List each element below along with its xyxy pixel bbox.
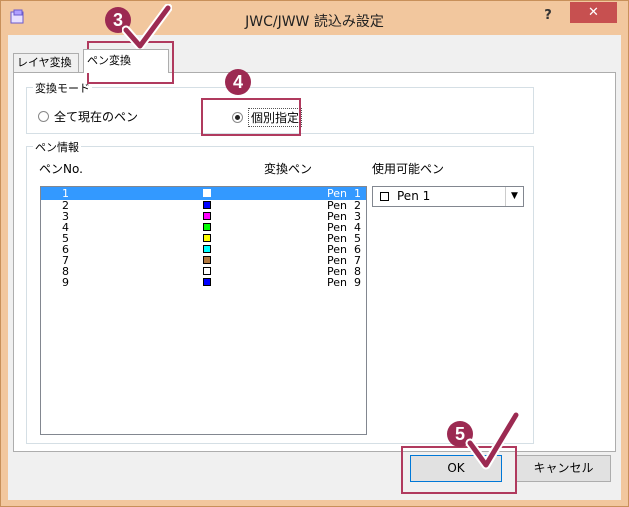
list-item[interactable]: 5 Pen 5 xyxy=(41,233,366,244)
header-pen-no: ペンNo. xyxy=(39,162,83,176)
pen-info-legend: ペン情報 xyxy=(33,139,81,155)
pen-color-swatch xyxy=(203,223,211,231)
help-button[interactable]: ? xyxy=(536,5,560,27)
available-pen-dropdown[interactable]: Pen 1 ▼ xyxy=(372,186,524,207)
list-item[interactable]: 9 Pen 9 xyxy=(41,277,366,288)
list-item[interactable]: 4 Pen 4 xyxy=(41,222,366,233)
header-available-pen: 使用可能ペン xyxy=(372,162,445,176)
tab-pen-convert[interactable]: ペン変換 xyxy=(83,49,169,73)
tab-panel: 変換モード 全て現在のペン 個別指定 ペン情報 ペンNo. 変換ペン 使用可能ペ… xyxy=(13,72,616,452)
pen-color-swatch xyxy=(203,245,211,253)
radio-all-current-pen-label: 全て現在のペン xyxy=(54,110,139,124)
list-item[interactable]: 2 Pen 2 xyxy=(41,200,366,211)
pen-color-swatch xyxy=(203,212,211,220)
pen-color-swatch xyxy=(380,192,389,201)
radio-all-current-pen[interactable]: 全て現在のペン xyxy=(38,108,138,125)
pen-color-swatch xyxy=(203,267,211,275)
convert-pen-value: Pen 9 xyxy=(327,276,361,289)
close-button[interactable]: ✕ xyxy=(570,2,617,23)
pen-color-swatch xyxy=(203,256,211,264)
list-item[interactable]: 8 Pen 8 xyxy=(41,266,366,277)
pen-color-swatch xyxy=(203,278,211,286)
dialog-body: レイヤ変換 ペン変換 変換モード 全て現在のペン 個別指定 ペン情報 ペンNo.… xyxy=(8,35,621,500)
header-convert-pen: 変換ペン xyxy=(264,162,313,176)
pen-list[interactable]: 1 Pen 1 2 Pen 2 3 Pen 3 4 Pen 4 5 Pen 5 6 Pen 6 7 Pen… xyxy=(40,186,367,435)
convert-mode-legend: 変換モード xyxy=(33,80,92,96)
chevron-down-icon[interactable]: ▼ xyxy=(505,187,523,206)
list-item[interactable]: 1 Pen 1 xyxy=(41,187,366,200)
radio-button-icon xyxy=(38,111,49,122)
checkmark-icon xyxy=(465,410,521,470)
pen-color-swatch xyxy=(203,189,211,197)
list-item[interactable]: 6 Pen 6 xyxy=(41,244,366,255)
title-bar[interactable]: JWC/JWW 読込み設定 ? ✕ xyxy=(1,1,628,35)
pen-info-group: ペン情報 ペンNo. 変換ペン 使用可能ペン 1 Pen 1 2 Pen 2 3 Pen … xyxy=(26,139,534,444)
window-title: JWC/JWW 読込み設定 xyxy=(245,14,384,30)
callout-4-badge: 4 xyxy=(225,69,251,95)
pen-color-swatch xyxy=(203,201,211,209)
pen-no: 9 xyxy=(62,276,69,289)
list-item[interactable]: 7 Pen 7 xyxy=(41,255,366,266)
available-pen-value: Pen 1 xyxy=(397,189,431,203)
tab-layer-convert[interactable]: レイヤ変換 xyxy=(13,53,79,72)
pen-color-swatch xyxy=(203,234,211,242)
list-item[interactable]: 3 Pen 3 xyxy=(41,211,366,222)
checkmark-icon xyxy=(122,4,172,51)
callout-4-highlight xyxy=(201,98,301,136)
cancel-button[interactable]: キャンセル xyxy=(516,455,611,482)
